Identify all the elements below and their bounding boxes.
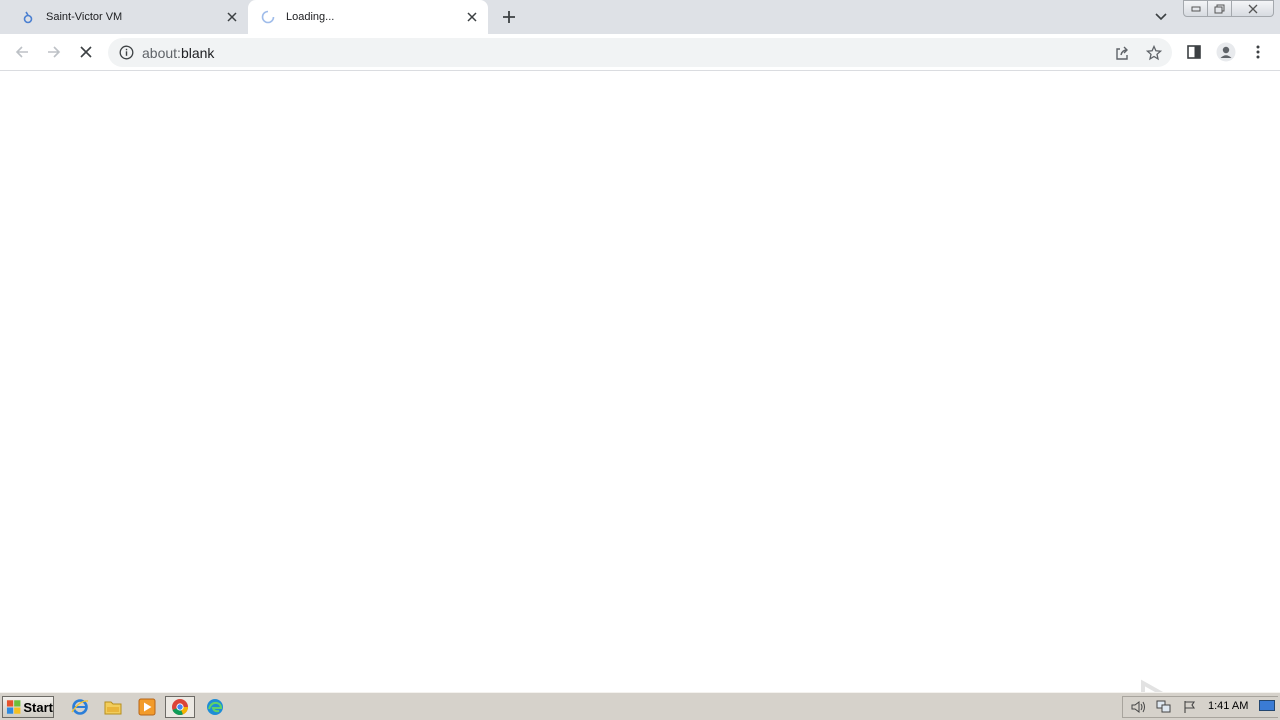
network-icon[interactable]	[1153, 698, 1175, 716]
chrome-icon[interactable]	[165, 696, 195, 718]
site-favicon-icon	[20, 9, 36, 25]
url-host: blank	[180, 45, 215, 61]
share-icon[interactable]	[1112, 43, 1132, 63]
tab-title: Saint-Victor VM	[46, 11, 123, 23]
edge-icon[interactable]	[204, 697, 226, 717]
stop-icon	[80, 46, 92, 58]
screen: Saint-Victor VM Loading... about:blank S…	[0, 0, 1280, 720]
url-text[interactable]: about:blank	[142, 45, 214, 61]
avatar-icon	[1216, 42, 1236, 62]
restore-icon	[1214, 4, 1224, 13]
bookmark-star-icon[interactable]	[1144, 43, 1164, 63]
info-icon[interactable]	[118, 44, 134, 60]
stop-loading-button[interactable]	[74, 40, 98, 64]
close-icon	[1248, 4, 1257, 13]
menu-button[interactable]	[1246, 40, 1270, 64]
window-close-button[interactable]	[1231, 0, 1274, 17]
media-player-icon[interactable]	[136, 697, 158, 717]
side-panel-button[interactable]	[1182, 40, 1206, 64]
new-tab-button[interactable]	[498, 6, 520, 28]
tab-title: Loading...	[286, 11, 335, 23]
restore-button[interactable]	[1207, 0, 1232, 17]
start-label: Start	[23, 699, 53, 715]
volume-icon[interactable]	[1127, 698, 1149, 716]
tab-search-button[interactable]	[1150, 6, 1172, 28]
back-button[interactable]	[10, 40, 34, 64]
start-button[interactable]: Start	[2, 696, 54, 718]
page-content: ANY RUN	[0, 72, 1280, 720]
monitor-icon	[1259, 700, 1275, 711]
side-panel-icon	[1187, 45, 1201, 59]
chevron-down-icon	[1155, 13, 1167, 21]
windows-logo-icon	[6, 700, 21, 714]
taskbar: Start 1:41 AM	[0, 692, 1280, 720]
tab-saint-victor[interactable]: Saint-Victor VM	[8, 0, 248, 34]
profile-button[interactable]	[1214, 40, 1238, 64]
minimize-button[interactable]	[1183, 0, 1208, 17]
forward-button[interactable]	[42, 40, 66, 64]
close-tab-icon[interactable]	[222, 7, 242, 27]
file-explorer-icon[interactable]	[102, 697, 124, 717]
forward-arrow-icon	[48, 46, 61, 58]
action-center-flag-icon[interactable]	[1179, 698, 1201, 716]
system-tray	[1122, 696, 1278, 718]
back-arrow-icon	[15, 46, 28, 58]
plus-icon	[503, 11, 515, 23]
url-scheme: about:	[142, 45, 181, 61]
address-bar[interactable]: about:blank	[108, 38, 1172, 67]
kebab-menu-icon	[1256, 45, 1260, 59]
show-desktop-button[interactable]	[1258, 698, 1276, 714]
browser-toolbar: about:blank	[0, 34, 1280, 71]
tab-strip: Saint-Victor VM Loading...	[0, 0, 1280, 34]
taskbar-clock[interactable]: 1:41 AM	[1208, 700, 1248, 712]
internet-explorer-icon[interactable]	[69, 697, 91, 717]
loading-spinner-icon	[260, 9, 276, 25]
tab-loading[interactable]: Loading...	[248, 0, 488, 34]
close-tab-icon[interactable]	[462, 7, 482, 27]
minimize-icon	[1191, 6, 1200, 11]
